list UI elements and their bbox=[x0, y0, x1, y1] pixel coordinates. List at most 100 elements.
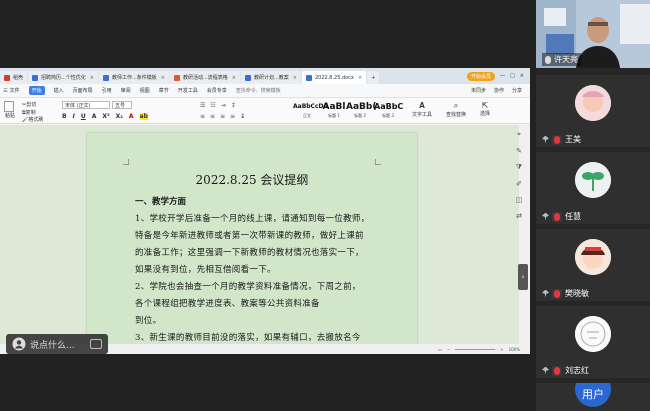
tab-doc-1[interactable]: 招聘简历...个性优化 × bbox=[28, 71, 98, 84]
filter-icon[interactable]: ⧩ bbox=[516, 163, 522, 172]
close-icon[interactable]: × bbox=[161, 75, 165, 81]
strikethrough-icon[interactable]: A bbox=[92, 113, 97, 120]
superscript-icon[interactable]: X² bbox=[102, 113, 109, 120]
subscript-icon[interactable]: X₂ bbox=[116, 113, 123, 120]
tab-doc-4[interactable]: 教研计划...教案 × bbox=[240, 71, 301, 84]
menu-member[interactable]: 会员专享 bbox=[207, 87, 227, 94]
mic-muted-icon bbox=[552, 288, 562, 299]
tab-docer[interactable]: 稻壳 bbox=[0, 71, 28, 84]
pen-icon[interactable]: ✎ bbox=[516, 147, 522, 155]
menu-layout[interactable]: 页面布局 bbox=[73, 87, 93, 94]
menu-review[interactable]: 审阅 bbox=[121, 87, 131, 94]
share-button[interactable]: 分享 bbox=[512, 87, 522, 94]
view-mode-icon[interactable]: ▭ bbox=[438, 347, 442, 352]
tab-doc-active[interactable]: 2022.8.25.docx × bbox=[301, 71, 367, 84]
underline-icon[interactable]: U bbox=[81, 113, 86, 120]
menu-file[interactable]: 三 文件 bbox=[3, 87, 20, 94]
participant-name-bar: 许天亮 bbox=[542, 53, 581, 66]
cartoon-photo bbox=[575, 239, 611, 275]
bold-icon[interactable]: B bbox=[62, 113, 67, 120]
paragraph-group: ☰ ☷ ⇥ ↕ bbox=[200, 102, 236, 109]
select-label: 选择 bbox=[480, 111, 491, 117]
menu-home[interactable]: 开始 bbox=[28, 86, 45, 95]
sync-status[interactable]: 未同步 bbox=[471, 87, 486, 94]
tab-doc-3[interactable]: 教研活动...流程表格 × bbox=[169, 71, 240, 84]
font-size-select[interactable]: 五号 bbox=[112, 101, 132, 109]
participant-tile[interactable]: 用户 bbox=[536, 383, 650, 411]
maximize-icon[interactable]: □ bbox=[510, 73, 515, 79]
style-heading-3[interactable]: AaBbC 标题 3 bbox=[374, 101, 403, 121]
zoom-out-icon[interactable]: − bbox=[447, 347, 450, 352]
participant-name-bar: 刘志红 bbox=[542, 365, 589, 376]
magnifier-icon: ⌕ bbox=[453, 101, 459, 110]
emoji-icon[interactable] bbox=[90, 339, 102, 349]
shapes-icon[interactable]: ◫ bbox=[516, 196, 523, 204]
menu-chapter[interactable]: 章节 bbox=[159, 87, 169, 94]
close-icon[interactable]: × bbox=[232, 75, 236, 81]
menu-bar: 三 文件 开始 插入 页面布局 引用 审阅 视图 章节 开发工具 会员专享 查找… bbox=[0, 84, 530, 98]
menu-insert[interactable]: 插入 bbox=[54, 87, 64, 94]
font-color-icon[interactable]: A bbox=[129, 113, 134, 120]
participant-tile[interactable]: 王美 bbox=[536, 75, 650, 147]
italic-icon[interactable]: I bbox=[73, 113, 75, 120]
line-spacing-icon[interactable]: ↨ bbox=[240, 113, 245, 120]
zoom-level[interactable]: 100% bbox=[509, 347, 520, 352]
close-icon[interactable]: × bbox=[293, 75, 297, 81]
mic-icon bbox=[545, 55, 551, 64]
meeting-app: 稻壳 招聘简历...个性优化 × 教师工作...条件模板 × 教研活动...流程表格… bbox=[0, 0, 650, 411]
close-window-icon[interactable]: × bbox=[520, 73, 524, 79]
participant-tile-camera[interactable]: 许天亮 bbox=[536, 0, 650, 68]
select-button[interactable]: ⇱ 选择 bbox=[480, 101, 490, 117]
participant-tile[interactable]: 刘志红 bbox=[536, 306, 650, 378]
close-icon[interactable]: × bbox=[358, 75, 362, 81]
align-right-icon[interactable]: ≡ bbox=[220, 113, 225, 120]
style-heading-1[interactable]: AaBl 标题 1 bbox=[320, 101, 348, 121]
bullet-list-icon[interactable]: ☰ bbox=[200, 102, 205, 109]
style-name: 正文 bbox=[303, 113, 311, 118]
member-button[interactable]: 开始会员 bbox=[467, 71, 496, 81]
align-left-icon[interactable]: ≡ bbox=[200, 113, 205, 120]
zoom-in-icon[interactable]: + bbox=[500, 347, 503, 352]
highlight-icon[interactable]: ab bbox=[139, 113, 148, 120]
tab-doc-2[interactable]: 教师工作...条件模板 × bbox=[99, 71, 169, 84]
text-tools-icon: 𝐀 bbox=[419, 101, 425, 110]
align-center-icon[interactable]: ≡ bbox=[210, 113, 215, 120]
document-page[interactable]: 2022.8.25 会议提纲 一、教学方面 1、学校开学后准备一个月的线上课，请… bbox=[87, 133, 417, 353]
doc-icon bbox=[305, 74, 312, 81]
participant-tile[interactable]: 樊晓敏 bbox=[536, 229, 650, 301]
format-painter-button[interactable]: 🖌 格式刷 bbox=[22, 116, 43, 124]
menu-devtools[interactable]: 开发工具 bbox=[178, 87, 198, 94]
participant-tile[interactable]: 任慧 bbox=[536, 152, 650, 224]
chat-input[interactable]: 说点什么... bbox=[6, 334, 108, 354]
text-tools-button[interactable]: 𝐀 文字工具 bbox=[412, 101, 432, 118]
find-replace-button[interactable]: ⌕ 查找替换 bbox=[446, 101, 466, 118]
close-icon[interactable]: × bbox=[90, 75, 94, 81]
style-name: 标题 3 bbox=[382, 113, 394, 118]
cut-button[interactable]: ✂ 剪切 bbox=[22, 101, 37, 109]
copy-label: 复制 bbox=[25, 110, 36, 116]
search-command[interactable]: 查找命令、搜索模板 bbox=[236, 87, 281, 94]
translate-icon[interactable]: ⇄ bbox=[516, 212, 522, 220]
number-list-icon[interactable]: ☷ bbox=[210, 102, 215, 109]
new-tab-button[interactable]: + bbox=[367, 71, 380, 84]
edit-icon[interactable]: ✐ bbox=[516, 180, 522, 188]
zoom-slider[interactable] bbox=[455, 348, 496, 350]
style-name: 标题 1 bbox=[328, 113, 340, 118]
style-heading-2[interactable]: AaBb(标题 2 bbox=[346, 101, 376, 121]
menu-view[interactable]: 视图 bbox=[140, 87, 150, 94]
participant-name: 王美 bbox=[565, 135, 581, 144]
style-normal[interactable]: AaBbCcDd 正文 bbox=[293, 101, 328, 121]
sort-icon[interactable]: ↕ bbox=[231, 102, 236, 109]
collapse-arrow-icon[interactable]: › bbox=[518, 264, 528, 290]
collab-button[interactable]: 协作 bbox=[494, 87, 504, 94]
menu-reference[interactable]: 引用 bbox=[102, 87, 112, 94]
minimize-icon[interactable]: — bbox=[500, 73, 505, 79]
copy-button[interactable]: ⧉ 复制 bbox=[22, 109, 36, 117]
cut-label: 剪切 bbox=[26, 102, 37, 108]
font-size-value: 五号 bbox=[112, 101, 132, 109]
indent-icon[interactable]: ⇥ bbox=[221, 102, 226, 109]
location-icon[interactable]: ⌖ bbox=[517, 130, 521, 139]
font-family-select[interactable]: 宋体 (正文) bbox=[62, 101, 110, 109]
justify-icon[interactable]: ≡ bbox=[230, 113, 235, 120]
paste-button[interactable]: 粘贴 bbox=[4, 101, 16, 119]
